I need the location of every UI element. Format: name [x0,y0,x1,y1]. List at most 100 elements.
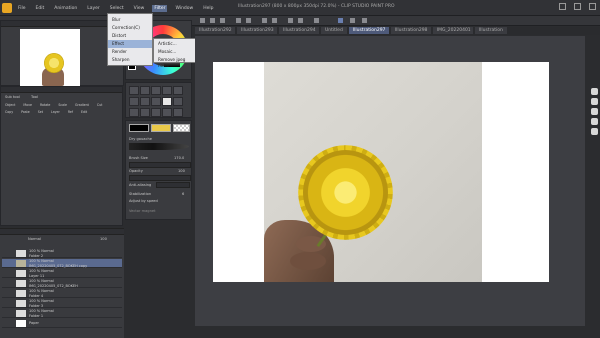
menu-item-distort[interactable]: Distort [108,32,152,40]
grid-icon[interactable] [590,98,598,105]
sub-tool-move[interactable]: Move [23,103,32,107]
move-tool-icon[interactable] [140,86,150,95]
layer-row[interactable]: 100 % Normal Folder 4 [2,289,122,298]
window-controls [559,3,596,10]
antialias-selector[interactable] [156,182,190,188]
airbrush-tool-icon[interactable] [173,97,183,106]
tab-illustration298[interactable]: Illustration298 [390,27,431,34]
opacity-value[interactable]: 100 [178,169,185,173]
sub-tool-gradient[interactable]: Gradient [75,103,89,107]
sub-tool-copy[interactable]: Copy [5,110,13,114]
layer-row[interactable]: 100 % Normal Folder 2 [2,249,122,258]
operation-tool-icon[interactable] [151,86,161,95]
redo-icon[interactable] [246,18,251,23]
figure-tool-icon[interactable] [162,108,172,117]
brush-size-slider[interactable] [129,162,191,168]
layer-row[interactable]: 100 % Normal Folder 1 [2,309,122,318]
invert-selection-icon[interactable] [298,18,303,23]
clear-icon[interactable] [262,18,267,23]
snap-ruler-icon[interactable] [338,18,343,23]
brush-size-value[interactable]: 170.0 [174,156,184,160]
tab-illustration293[interactable]: Illustration293 [237,27,277,34]
adjust-speed-checkbox[interactable]: Adjust by speed [129,199,158,203]
sub-tool-cut[interactable]: Cut [97,103,103,107]
fill-tool-icon[interactable] [140,108,150,117]
menu-item-artistic[interactable]: Artistic... [154,40,200,48]
layer-row-paper[interactable]: Paper [2,319,122,328]
tab-illustration297[interactable]: Illustration297 [348,27,389,34]
main-color-chip[interactable] [129,124,149,132]
menu-select[interactable]: Select [108,5,126,12]
brush-tool-icon[interactable] [162,97,172,106]
eraser-tool-icon[interactable] [129,108,139,117]
sub-tool-paste[interactable]: Paste [21,110,30,114]
auto-select-tool-icon[interactable] [173,86,183,95]
sub-color-chip[interactable] [151,124,171,132]
sub-tool-scale[interactable]: Scale [58,103,67,107]
camera-icon[interactable] [590,88,598,95]
layer-row[interactable]: 100 % Normal Folder 3 [2,299,122,308]
lock-icon[interactable] [590,118,598,125]
open-file-icon[interactable] [210,18,215,23]
layer-opacity[interactable]: 100 [100,237,107,241]
gear-icon[interactable] [590,128,598,135]
menu-item-sharpen[interactable]: Sharpen [108,56,152,64]
photo-finger [290,252,326,270]
menu-item-blur[interactable]: Blur [108,16,152,24]
tab-illustration[interactable]: Illustration [474,27,507,34]
layer-row-selected[interactable]: 100 % Normal IMG_20220405_072_BOKEH copy [2,259,122,268]
stabilization-label: Stabilization [129,192,152,196]
menu-view[interactable]: View [132,5,147,12]
sub-tool-group[interactable]: Tool [31,95,38,99]
sub-tool-set[interactable]: Set [38,110,43,114]
menu-bar: File Edit Animation Layer Select View Fi… [0,0,600,16]
close-icon[interactable] [589,3,596,10]
tab-illustration294[interactable]: Illustration294 [279,27,319,34]
menu-window[interactable]: Window [173,5,195,12]
menu-item-render[interactable]: Render [108,48,152,56]
sub-tool-layer[interactable]: Layer [51,110,60,114]
sub-tool-ref[interactable]: Ref [68,110,73,114]
menu-edit[interactable]: Edit [34,5,47,12]
layer-row[interactable]: 100 % Normal IMG_20220405_072_BOKEH [2,279,122,288]
deselect-icon[interactable] [288,18,293,23]
sub-tool-edit[interactable]: Edit [81,110,87,114]
gradient-tool-icon[interactable] [151,108,161,117]
maximize-icon[interactable] [574,3,581,10]
menu-item-remove-jpeg-noise[interactable]: Remove jpeg noise [154,56,200,70]
blend-mode-select[interactable]: Normal [28,237,41,241]
menu-item-mosaic[interactable]: Mosaic... [154,48,200,56]
navigator-preview[interactable] [20,29,80,86]
menu-animation[interactable]: Animation [52,5,79,12]
tab-illustration292[interactable]: Illustration292 [195,27,235,34]
menu-item-effect[interactable]: Effect [108,40,152,48]
minimize-icon[interactable] [559,3,566,10]
new-file-icon[interactable] [200,18,205,23]
menu-help[interactable]: Help [201,5,215,12]
layer-row[interactable]: 100 % Normal Layer 11 [2,269,122,278]
snap-special-icon[interactable] [362,18,367,23]
opacity-slider[interactable] [129,175,191,181]
selection-tool-icon[interactable] [162,86,172,95]
pen-tool-icon[interactable] [140,97,150,106]
zoom-tool-icon[interactable] [129,86,139,95]
menu-layer[interactable]: Layer [85,5,102,12]
eyedropper-tool-icon[interactable] [129,97,139,106]
text-tool-icon[interactable] [173,108,183,117]
tab-img[interactable]: IMG_20220401 [432,27,473,34]
menu-item-correction[interactable]: Correction(C) [108,24,152,32]
snap-grid-icon[interactable] [350,18,355,23]
transform-icon[interactable] [272,18,277,23]
save-icon[interactable] [220,18,225,23]
layout-icon[interactable] [590,108,598,115]
menu-file[interactable]: File [16,5,28,12]
transparent-chip[interactable] [173,124,190,132]
menu-filter[interactable]: Filter [152,5,168,12]
snap-icon[interactable] [314,18,319,23]
pencil-tool-icon[interactable] [151,97,161,106]
undo-icon[interactable] [236,18,241,23]
sub-tool-rotate[interactable]: Rotate [40,103,50,107]
stabilization-value[interactable]: 6 [182,192,184,196]
sub-tool-object[interactable]: Object [5,103,15,107]
tab-untitled[interactable]: Untitled [321,27,347,34]
